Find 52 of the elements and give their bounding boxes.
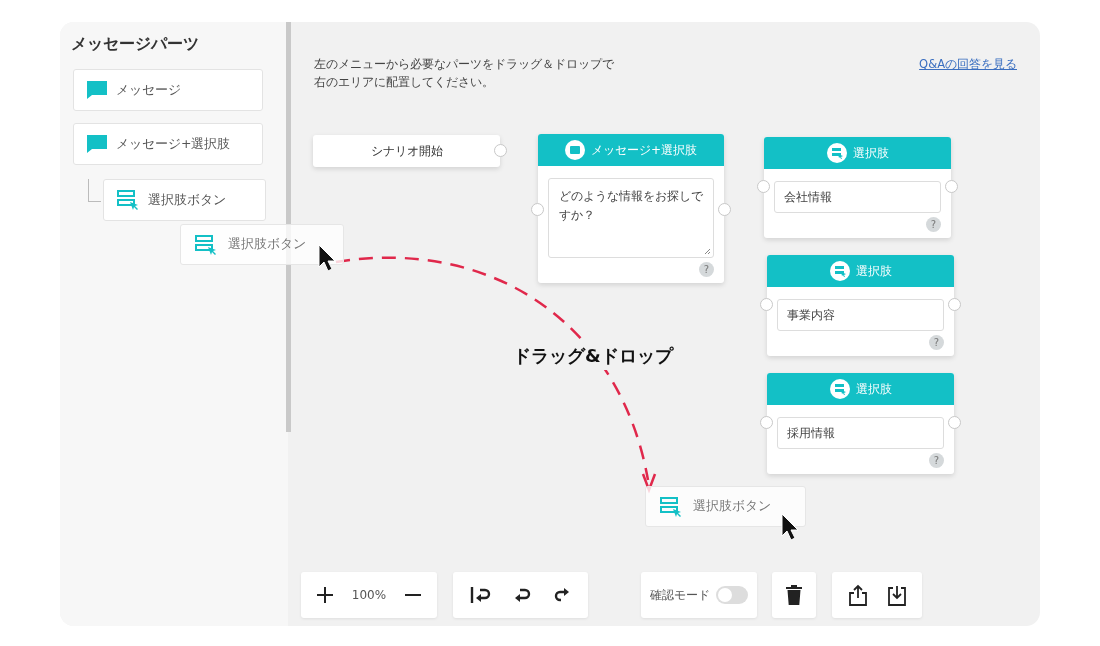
- chat-circle-icon: [564, 140, 585, 160]
- instruction-text: 左のメニューから必要なパーツをドラッグ＆ドロップで: [314, 56, 614, 73]
- part-label: メッセージ: [116, 81, 181, 99]
- choice-circle-icon: [829, 261, 850, 281]
- minus-icon: [404, 594, 423, 596]
- tree-connector: [88, 179, 101, 202]
- choice-input-field[interactable]: 採用情報: [777, 417, 944, 449]
- node-title: 選択肢: [852, 144, 889, 162]
- choice-input-field[interactable]: 会社情報: [774, 181, 941, 213]
- choice-node[interactable]: 選択肢 採用情報 ?: [767, 373, 954, 474]
- node-title: 選択肢: [855, 380, 892, 398]
- choice-node[interactable]: 選択肢 事業内容 ?: [767, 255, 954, 356]
- import-button[interactable]: [886, 584, 907, 606]
- part-label: 選択肢ボタン: [148, 191, 226, 209]
- part-item[interactable]: メッセージ: [73, 69, 263, 111]
- export-button[interactable]: [847, 584, 868, 606]
- undo-all-icon: [469, 586, 492, 604]
- part-label: メッセージ+選択肢: [116, 135, 231, 153]
- download-icon: [886, 584, 907, 606]
- zoom-level: 100%: [351, 588, 387, 602]
- node-title: メッセージ+選択肢: [590, 141, 698, 159]
- delete-button[interactable]: [785, 584, 803, 606]
- mode-toggle[interactable]: [716, 586, 748, 604]
- choice-list-icon: [659, 495, 683, 518]
- node-title: 選択肢: [855, 262, 892, 280]
- reset-button[interactable]: [469, 586, 492, 604]
- part-item[interactable]: 選択肢ボタン: [103, 179, 266, 221]
- scenario-start-node[interactable]: シナリオ開始: [313, 135, 500, 167]
- choice-input-field[interactable]: 事業内容: [777, 299, 944, 331]
- instruction-text: 右のエリアに配置してください。: [314, 74, 495, 91]
- message-text-area[interactable]: どのような情報をお探しですか？: [548, 178, 714, 258]
- undo-icon: [513, 586, 532, 604]
- qa-link[interactable]: Q&Aの回答を見る: [919, 57, 1017, 72]
- choice-circle-icon: [826, 143, 847, 163]
- resize-handle-icon: [704, 248, 711, 255]
- plus-icon: [315, 586, 334, 604]
- part-item[interactable]: メッセージ+選択肢: [73, 123, 263, 165]
- choice-list-icon: [116, 189, 140, 211]
- trash-icon: [785, 584, 803, 606]
- chat-bubble-icon: [86, 134, 108, 154]
- upload-icon: [847, 584, 868, 606]
- undo-button[interactable]: [513, 586, 532, 604]
- message-node[interactable]: メッセージ+選択肢 どのような情報をお探しですか？ ?: [538, 134, 724, 283]
- chat-bubble-icon: [86, 80, 108, 100]
- choice-circle-icon: [829, 379, 850, 399]
- zoom-in-button[interactable]: [315, 586, 334, 604]
- sidebar-title: メッセージパーツ: [71, 34, 200, 55]
- mode-label: 確認モード: [650, 586, 710, 604]
- part-label: 選択肢ボタン: [228, 236, 306, 253]
- part-label: 選択肢ボタン: [693, 498, 771, 515]
- choice-node[interactable]: 選択肢 会社情報 ?: [764, 137, 951, 238]
- choice-list-icon: [194, 233, 218, 256]
